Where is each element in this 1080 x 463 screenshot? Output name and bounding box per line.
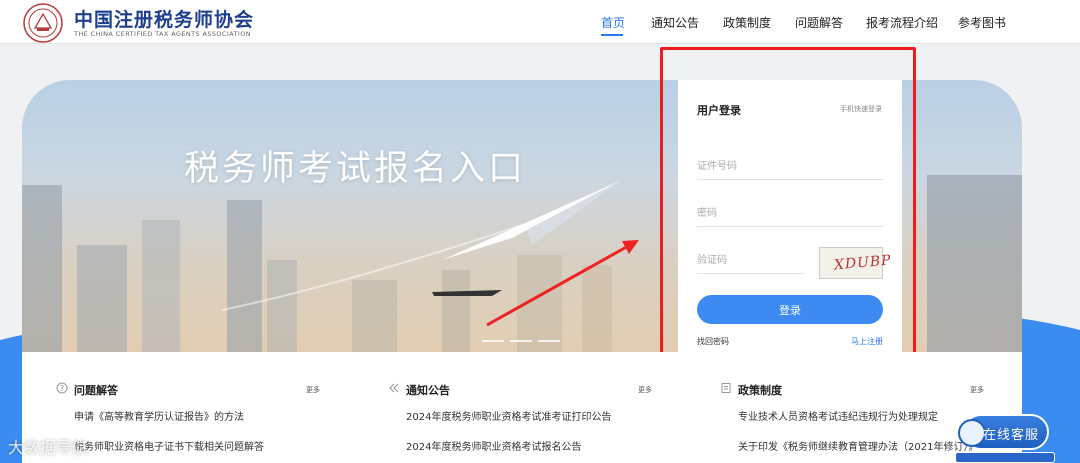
- nav-active-indicator: [601, 34, 623, 36]
- list-item[interactable]: 申请《高等教育学历认证报告》的方法: [74, 408, 374, 423]
- site-subtitle: THE CHINA CERTIFIED TAX AGENTS ASSOCIATI…: [74, 30, 251, 38]
- association-seal-logo[interactable]: [22, 2, 64, 44]
- question-circle-icon: ?: [56, 382, 68, 394]
- list-item[interactable]: 关于印发《税务师继续教育管理办法（2021年修订）》: [738, 438, 978, 453]
- nav-item-reference-books[interactable]: 参考图书: [958, 14, 1006, 31]
- faq-more-link[interactable]: 更多: [306, 385, 320, 395]
- notices-more-link[interactable]: 更多: [638, 385, 652, 395]
- list-item[interactable]: 2024年度税务师职业资格考试报名公告: [406, 438, 706, 453]
- carousel-dot[interactable]: [510, 340, 532, 342]
- highlight-annotation-box: [660, 47, 916, 367]
- double-chevron-left-icon: [389, 383, 399, 393]
- site-header: 中国注册税务师协会 THE CHINA CERTIFIED TAX AGENTS…: [0, 0, 1080, 44]
- site-title[interactable]: 中国注册税务师协会: [74, 5, 254, 32]
- online-service-label: 在线客服: [983, 428, 1040, 443]
- notices-column: 通知公告 更多 2024年度税务师职业资格考试准考证打印公告 2024年度税务师…: [388, 352, 708, 463]
- list-item[interactable]: 税务师职业资格电子证书下载相关问题解答: [74, 438, 374, 453]
- carousel-dot[interactable]: [538, 340, 560, 342]
- nav-item-home[interactable]: 首页: [601, 14, 625, 31]
- list-item[interactable]: 专业技术人员资格考试违纪违规行为处理规定: [738, 408, 978, 423]
- policies-heading: 政策制度: [738, 384, 782, 397]
- faq-column: ? 问题解答 更多 申请《高等教育学历认证报告》的方法 税务师职业资格电子证书下…: [56, 352, 376, 463]
- faq-heading: 问题解答: [74, 384, 118, 397]
- document-icon: [721, 383, 731, 393]
- notices-heading: 通知公告: [406, 384, 450, 397]
- headset-icon: [958, 419, 986, 447]
- policies-more-link[interactable]: 更多: [970, 385, 984, 395]
- service-sub-tab[interactable]: [955, 452, 1055, 463]
- nav-item-notices[interactable]: 通知公告: [651, 14, 699, 31]
- carousel-dot[interactable]: [482, 340, 504, 342]
- svg-text:?: ?: [60, 384, 64, 393]
- nav-item-exam-process[interactable]: 报考流程介绍: [866, 14, 938, 31]
- list-item[interactable]: 2024年度税务师职业资格考试准考证打印公告: [406, 408, 706, 423]
- watermark: 大数据导航: [8, 438, 89, 457]
- nav-item-faq[interactable]: 问题解答: [795, 14, 843, 31]
- news-section: ? 问题解答 更多 申请《高等教育学历认证报告》的方法 税务师职业资格电子证书下…: [22, 352, 1022, 463]
- online-service-button[interactable]: 在线客服: [958, 414, 1049, 450]
- nav-item-policies[interactable]: 政策制度: [723, 14, 771, 31]
